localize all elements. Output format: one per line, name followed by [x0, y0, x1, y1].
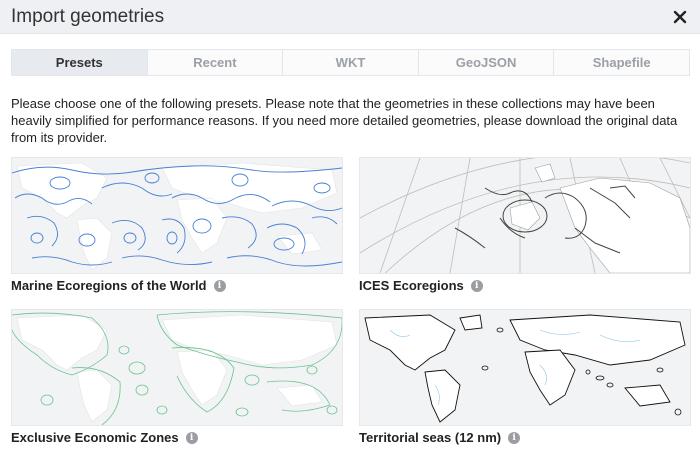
- preset-label: Territorial seas (12 nm) i: [359, 429, 691, 446]
- info-icon[interactable]: i: [213, 279, 226, 292]
- preset-thumbnail[interactable]: [359, 309, 691, 426]
- close-button[interactable]: [668, 5, 692, 29]
- tab-presets[interactable]: Presets: [12, 50, 148, 75]
- close-icon: [673, 10, 687, 24]
- preset-thumbnail[interactable]: [11, 309, 343, 426]
- intro-text: Please choose one of the following prese…: [11, 96, 678, 145]
- preset-ices-ecoregions[interactable]: ICES Ecoregions i: [359, 157, 691, 294]
- preset-marine-ecoregions[interactable]: Marine Ecoregions of the World i: [11, 157, 343, 294]
- info-icon[interactable]: i: [508, 431, 521, 444]
- preset-territorial-seas[interactable]: Territorial seas (12 nm) i: [359, 309, 691, 446]
- preset-thumbnail[interactable]: [359, 157, 691, 274]
- preset-label: Marine Ecoregions of the World i: [11, 277, 343, 294]
- dialog-header: Import geometries: [0, 0, 700, 34]
- info-icon[interactable]: i: [470, 279, 483, 292]
- info-icon[interactable]: i: [185, 431, 198, 444]
- tab-wkt[interactable]: WKT: [283, 50, 419, 75]
- tab-bar: Presets Recent WKT GeoJSON Shapefile: [11, 49, 690, 76]
- preset-thumbnail[interactable]: [11, 157, 343, 274]
- tab-geojson[interactable]: GeoJSON: [419, 50, 555, 75]
- tab-shapefile[interactable]: Shapefile: [554, 50, 689, 75]
- dialog-title: Import geometries: [11, 6, 165, 27]
- preset-label: Exclusive Economic Zones i: [11, 429, 343, 446]
- preset-exclusive-economic-zones[interactable]: Exclusive Economic Zones i: [11, 309, 343, 446]
- preset-label: ICES Ecoregions i: [359, 277, 691, 294]
- tab-recent[interactable]: Recent: [148, 50, 284, 75]
